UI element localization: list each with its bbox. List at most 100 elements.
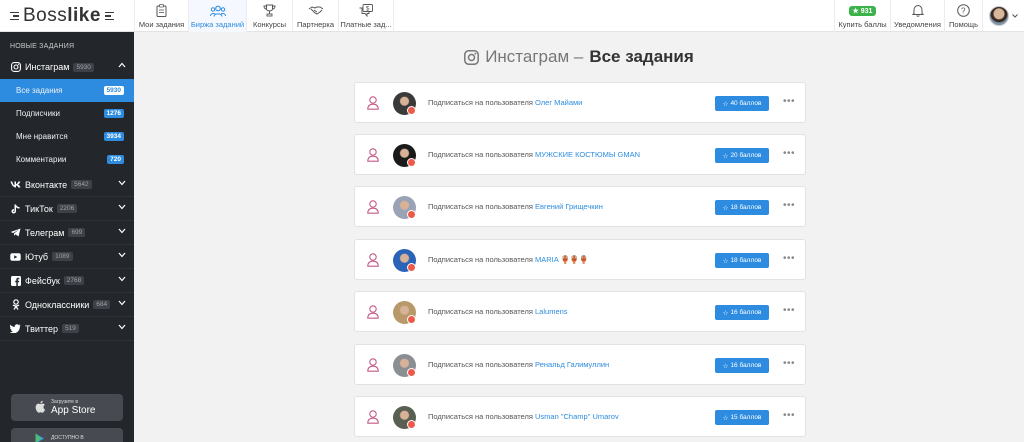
- instagram-icon: [464, 49, 480, 65]
- twitter-icon: [10, 323, 21, 334]
- facebook-icon: [10, 275, 21, 286]
- more-options-icon[interactable]: •••: [783, 96, 795, 107]
- sidebar-item-all-tasks[interactable]: Все задания 5930: [0, 79, 134, 102]
- sidebar-group-label: Фейсбук: [25, 275, 60, 286]
- sidebar-item-label: Подписчики: [16, 109, 61, 118]
- task-points-button[interactable]: ☆ 20 баллов: [715, 148, 769, 163]
- task-action-text: Подписаться на пользователя: [428, 307, 533, 316]
- sidebar-item-label: Все задания: [16, 86, 63, 95]
- sidebar-group-vkontakte[interactable]: Вконтакте 5642: [0, 173, 134, 197]
- sidebar-group-tiktok[interactable]: ТикТок 2206: [0, 197, 134, 221]
- task-username-link[interactable]: Usman "Champ" Umarov: [535, 412, 619, 421]
- user-outline-icon: [367, 96, 379, 110]
- task-points-button[interactable]: ☆ 18 баллов: [715, 200, 769, 215]
- task-card: Подписаться на пользователя MARIA 🏺🏺🏺 ☆ 18…: [354, 239, 806, 280]
- task-username-link[interactable]: Lalumens: [535, 307, 568, 316]
- handshake-icon: [308, 4, 324, 18]
- notifications-button[interactable]: Уведомления: [890, 0, 944, 32]
- task-points-button[interactable]: ☆ 16 баллов: [715, 305, 769, 320]
- vk-icon: [10, 179, 21, 190]
- youtube-icon: [10, 251, 21, 262]
- sidebar-group-facebook[interactable]: Фейсбук 2768: [0, 269, 134, 293]
- question-icon: ?: [957, 4, 970, 18]
- task-username-link[interactable]: Евгений Грищечкин: [535, 202, 603, 211]
- sidebar-group-youtube[interactable]: Ютуб 1089: [0, 245, 134, 269]
- instagram-badge-icon: [407, 315, 416, 324]
- sidebar-group-count: 519: [62, 324, 79, 333]
- google-play-button[interactable]: ДОСТУПНО В: [11, 428, 123, 442]
- task-points-button[interactable]: ☆ 40 баллов: [715, 96, 769, 111]
- sidebar-group-count: 2768: [63, 276, 85, 285]
- logo-text-part1: Boss: [23, 5, 68, 26]
- more-options-icon[interactable]: •••: [783, 305, 795, 316]
- main-content: Инстаграм – Все задания Подписаться на п…: [134, 32, 1024, 442]
- telegram-icon: [10, 227, 21, 238]
- task-username-link[interactable]: Олег Майами: [535, 98, 582, 107]
- buy-points-label: Купить баллы: [838, 19, 887, 29]
- sidebar-group-count: 2206: [56, 204, 78, 213]
- more-options-icon[interactable]: •••: [783, 200, 795, 211]
- sidebar-item-comments[interactable]: Комментарии 720: [0, 148, 134, 171]
- people-icon: [209, 4, 226, 18]
- logo-lines-icon: [10, 11, 19, 21]
- chevron-down-icon: [118, 252, 126, 258]
- task-username-link[interactable]: MARIA 🏺🏺🏺: [535, 255, 588, 264]
- task-username-link[interactable]: МУЖСКИЕ КОСТЮМЫ GMAN: [535, 150, 640, 159]
- sidebar-group-count: 5642: [71, 180, 92, 189]
- task-card: Подписаться на пользователя Lalumens ☆ 16 …: [354, 291, 806, 332]
- logo-text-part2: like: [67, 5, 101, 26]
- instagram-badge-icon: [407, 158, 416, 167]
- task-points-label: 18 баллов: [730, 204, 762, 211]
- sidebar-group-count: 684: [93, 300, 111, 309]
- sidebar-item-followers[interactable]: Подписчики 1276: [0, 102, 134, 125]
- instagram-badge-icon: [407, 263, 416, 272]
- page-title-bold: Все задания: [589, 47, 694, 66]
- help-label: Помощь: [949, 19, 978, 29]
- star-icon: ☆: [722, 362, 729, 370]
- user-outline-icon: [367, 358, 379, 372]
- star-icon: ☆: [722, 414, 729, 422]
- nav-task-exchange[interactable]: Биржа заданий: [188, 0, 246, 32]
- sidebar: НОВЫЕ ЗАДАНИЯ Инстаграм 5930 Все задания…: [0, 32, 134, 442]
- task-action-text: Подписаться на пользователя: [428, 98, 533, 107]
- app-store-button[interactable]: Загрузите в App Store: [11, 394, 123, 421]
- task-action-text: Подписаться на пользователя: [428, 202, 533, 211]
- svg-text:?: ?: [961, 7, 966, 16]
- task-card: Подписаться на пользователя Олег Майами ☆…: [354, 82, 806, 123]
- avatar: [989, 5, 1009, 26]
- instagram-badge-icon: [407, 210, 416, 219]
- instagram-icon: [10, 62, 21, 73]
- page-title: Инстаграм – Все задания: [134, 47, 1024, 67]
- sidebar-group-odnoklassniki[interactable]: Одноклассники 684: [0, 293, 134, 317]
- more-options-icon[interactable]: •••: [783, 410, 795, 421]
- sidebar-group-twitter[interactable]: Твиттер 519: [0, 317, 134, 341]
- buy-points-button[interactable]: ★ 931 Купить баллы: [834, 0, 890, 32]
- task-action-text: Подписаться на пользователя: [428, 150, 533, 159]
- chevron-down-icon: [118, 324, 126, 330]
- more-options-icon[interactable]: •••: [783, 253, 795, 264]
- bosslike-logo[interactable]: Bosslike: [0, 0, 134, 32]
- instagram-badge-icon: [407, 106, 416, 115]
- nav-paid-tasks[interactable]: $ Платные зад...: [338, 0, 394, 32]
- chevron-down-icon: [118, 180, 126, 186]
- task-points-button[interactable]: ☆ 15 баллов: [715, 410, 769, 425]
- more-options-icon[interactable]: •••: [783, 358, 795, 369]
- task-points-label: 16 баллов: [730, 309, 762, 316]
- task-card: Подписаться на пользователя Ренальд Гали…: [354, 344, 806, 385]
- task-points-label: 40 баллов: [730, 100, 762, 107]
- nav-my-tasks[interactable]: Мои задания: [134, 0, 188, 32]
- sidebar-group-telegram[interactable]: Телеграм 699: [0, 221, 134, 245]
- logo-lines-right-icon: [104, 11, 114, 21]
- sidebar-item-likes[interactable]: Мне нравится 3934: [0, 125, 134, 148]
- task-points-button[interactable]: ☆ 18 баллов: [715, 253, 769, 268]
- profile-menu[interactable]: [982, 0, 1024, 31]
- task-username-link[interactable]: Ренальд Галимуллин: [535, 360, 609, 369]
- chevron-down-icon: [118, 276, 126, 282]
- task-points-button[interactable]: ☆ 16 баллов: [715, 358, 769, 373]
- more-options-icon[interactable]: •••: [783, 148, 795, 159]
- sidebar-group-instagram[interactable]: Инстаграм 5930: [0, 55, 134, 79]
- nav-partner[interactable]: Партнерка: [292, 0, 338, 32]
- chevron-down-icon: [1012, 13, 1018, 18]
- help-button[interactable]: ? Помощь: [944, 0, 982, 32]
- nav-contests[interactable]: Конкурсы: [246, 0, 292, 32]
